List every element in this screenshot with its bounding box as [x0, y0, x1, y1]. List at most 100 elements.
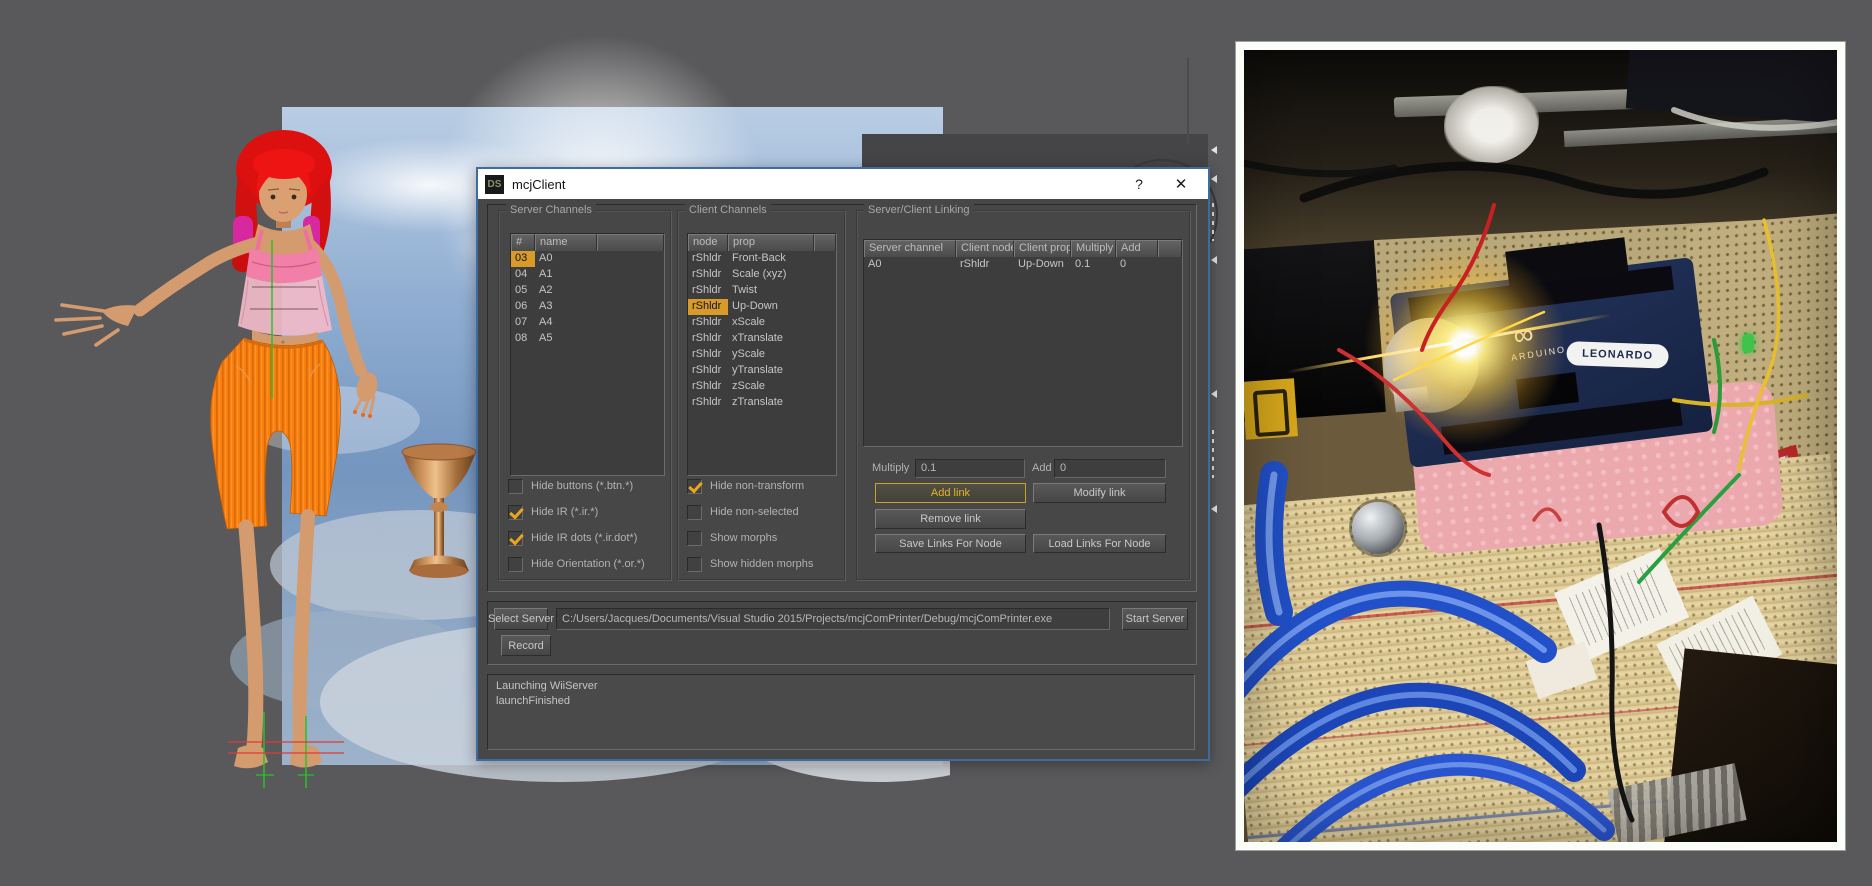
prop-cell[interactable]: Scale (xyz): [728, 267, 814, 283]
channel-num-cell[interactable]: 03: [511, 251, 535, 267]
client-channel-row[interactable]: rShldr yTranslate: [688, 363, 836, 379]
checkbox-hide-buttons[interactable]: Hide buttons (*.btn.*): [508, 477, 633, 495]
prop-cell[interactable]: Front-Back: [728, 251, 814, 267]
node-cell[interactable]: rShldr: [688, 283, 728, 299]
checkbox-hide-ir[interactable]: Hide IR (*.ir.*): [508, 503, 598, 521]
node-cell[interactable]: rShldr: [688, 267, 728, 283]
checkbox-hide-non-transform[interactable]: Hide non-transform: [687, 477, 804, 495]
column-header-num[interactable]: #: [511, 234, 535, 251]
checkbox-hide-orientation[interactable]: Hide Orientation (*.or.*): [508, 555, 645, 573]
panel-drag-handle[interactable]: [1212, 430, 1214, 478]
server-channel-row[interactable]: 03 A0: [511, 251, 664, 267]
column-header-name[interactable]: name: [535, 234, 597, 251]
column-header-server-channel[interactable]: Server channel: [864, 240, 956, 257]
server-path-input[interactable]: C:/Users/Jacques/Documents/Visual Studio…: [556, 608, 1110, 630]
node-cell[interactable]: rShldr: [688, 331, 728, 347]
modify-link-button[interactable]: Modify link: [1033, 483, 1166, 503]
column-header-prop[interactable]: prop: [728, 234, 814, 251]
checkbox-show-hidden-morphs[interactable]: Show hidden morphs: [687, 555, 813, 573]
panel-collapse-arrow[interactable]: [1211, 505, 1217, 513]
server-channel-row[interactable]: 07 A4: [511, 315, 664, 331]
prop-cell[interactable]: xScale: [728, 315, 814, 331]
checkbox-hide-ir-dots[interactable]: Hide IR dots (*.ir.dot*): [508, 529, 637, 547]
channel-num-cell[interactable]: 07: [511, 315, 535, 331]
channel-name-cell[interactable]: A3: [535, 299, 597, 315]
node-cell[interactable]: rShldr: [688, 363, 728, 379]
checkbox[interactable]: [687, 530, 702, 546]
select-server-button[interactable]: Select Server: [488, 608, 554, 630]
checkbox[interactable]: [508, 478, 523, 494]
checkbox[interactable]: [508, 504, 523, 520]
start-server-button[interactable]: Start Server: [1122, 608, 1188, 630]
server-channel-row[interactable]: 08 A5: [511, 331, 664, 347]
panel-collapse-arrow[interactable]: [1211, 390, 1217, 398]
link-client-prop-cell[interactable]: Up-Down: [1014, 257, 1071, 273]
client-channel-row[interactable]: rShldr yScale: [688, 347, 836, 363]
help-button[interactable]: ?: [1126, 169, 1152, 199]
node-cell[interactable]: rShldr: [688, 251, 728, 267]
channel-num-cell[interactable]: 04: [511, 267, 535, 283]
dialog-titlebar[interactable]: DS mcjClient ? ✕: [478, 169, 1208, 199]
column-header-client-node[interactable]: Client node: [956, 240, 1014, 257]
channel-name-cell[interactable]: A4: [535, 315, 597, 331]
channel-name-cell[interactable]: A0: [535, 251, 597, 267]
column-header-add[interactable]: Add: [1116, 240, 1158, 257]
channel-num-cell[interactable]: 08: [511, 331, 535, 347]
channel-name-cell[interactable]: A2: [535, 283, 597, 299]
node-cell[interactable]: rShldr: [688, 315, 728, 331]
link-add-cell[interactable]: 0: [1116, 257, 1158, 273]
prop-cell[interactable]: Twist: [728, 283, 814, 299]
link-multiply-cell[interactable]: 0.1: [1071, 257, 1116, 273]
panel-collapse-arrow[interactable]: [1211, 256, 1217, 264]
client-channel-row[interactable]: rShldr zTranslate: [688, 395, 836, 411]
server-channel-row[interactable]: 05 A2: [511, 283, 664, 299]
channel-num-cell[interactable]: 06: [511, 299, 535, 315]
links-table[interactable]: Server channel Client node Client prop M…: [863, 239, 1183, 447]
link-server-channel-cell[interactable]: A0: [864, 257, 956, 273]
record-button[interactable]: Record: [501, 635, 551, 656]
close-button[interactable]: ✕: [1168, 169, 1194, 199]
server-channel-row[interactable]: 06 A3: [511, 299, 664, 315]
load-links-button[interactable]: Load Links For Node: [1033, 534, 1166, 553]
prop-cell[interactable]: zScale: [728, 379, 814, 395]
checkbox[interactable]: [687, 504, 702, 520]
client-channel-row[interactable]: rShldr zScale: [688, 379, 836, 395]
node-cell[interactable]: rShldr: [688, 395, 728, 411]
checkbox[interactable]: [508, 556, 523, 572]
node-cell[interactable]: rShldr: [688, 347, 728, 363]
checkbox-show-morphs[interactable]: Show morphs: [687, 529, 777, 547]
client-channel-row[interactable]: rShldr Scale (xyz): [688, 267, 836, 283]
prop-cell[interactable]: xTranslate: [728, 331, 814, 347]
panel-collapse-arrow[interactable]: [1211, 146, 1217, 154]
node-cell[interactable]: rShldr: [688, 379, 728, 395]
client-channel-row-selected[interactable]: rShldr Up-Down: [688, 299, 836, 315]
link-client-node-cell[interactable]: rShldr: [956, 257, 1014, 273]
column-header-node[interactable]: node: [688, 234, 728, 251]
checkbox-hide-non-selected[interactable]: Hide non-selected: [687, 503, 799, 521]
node-cell[interactable]: rShldr: [688, 299, 728, 315]
channel-name-cell[interactable]: A5: [535, 331, 597, 347]
link-row[interactable]: A0 rShldr Up-Down 0.1 0: [864, 257, 1182, 273]
server-channel-row[interactable]: 04 A1: [511, 267, 664, 283]
server-channels-list[interactable]: # name 03 A0 04 A1 05 A2 06 A3 07 A4 08 …: [510, 233, 665, 476]
add-link-button[interactable]: Add link: [875, 483, 1026, 503]
prop-cell[interactable]: yScale: [728, 347, 814, 363]
checkbox[interactable]: [687, 556, 702, 572]
channel-name-cell[interactable]: A1: [535, 267, 597, 283]
prop-cell[interactable]: zTranslate: [728, 395, 814, 411]
prop-cell[interactable]: Up-Down: [728, 299, 814, 315]
panel-collapse-arrow[interactable]: [1211, 175, 1217, 183]
channel-num-cell[interactable]: 05: [511, 283, 535, 299]
client-channel-row[interactable]: rShldr xScale: [688, 315, 836, 331]
add-input[interactable]: 0: [1054, 459, 1166, 478]
panel-drag-handle[interactable]: [1212, 203, 1214, 241]
client-channel-row[interactable]: rShldr Twist: [688, 283, 836, 299]
checkbox[interactable]: [508, 530, 523, 546]
multiply-input[interactable]: 0.1: [915, 459, 1025, 478]
client-channel-row[interactable]: rShldr Front-Back: [688, 251, 836, 267]
checkbox[interactable]: [687, 478, 702, 494]
remove-link-button[interactable]: Remove link: [875, 509, 1026, 529]
save-links-button[interactable]: Save Links For Node: [875, 534, 1026, 553]
client-channels-list[interactable]: node prop rShldr Front-Back rShldr Scale…: [687, 233, 837, 476]
column-header-client-prop[interactable]: Client prop: [1014, 240, 1071, 257]
